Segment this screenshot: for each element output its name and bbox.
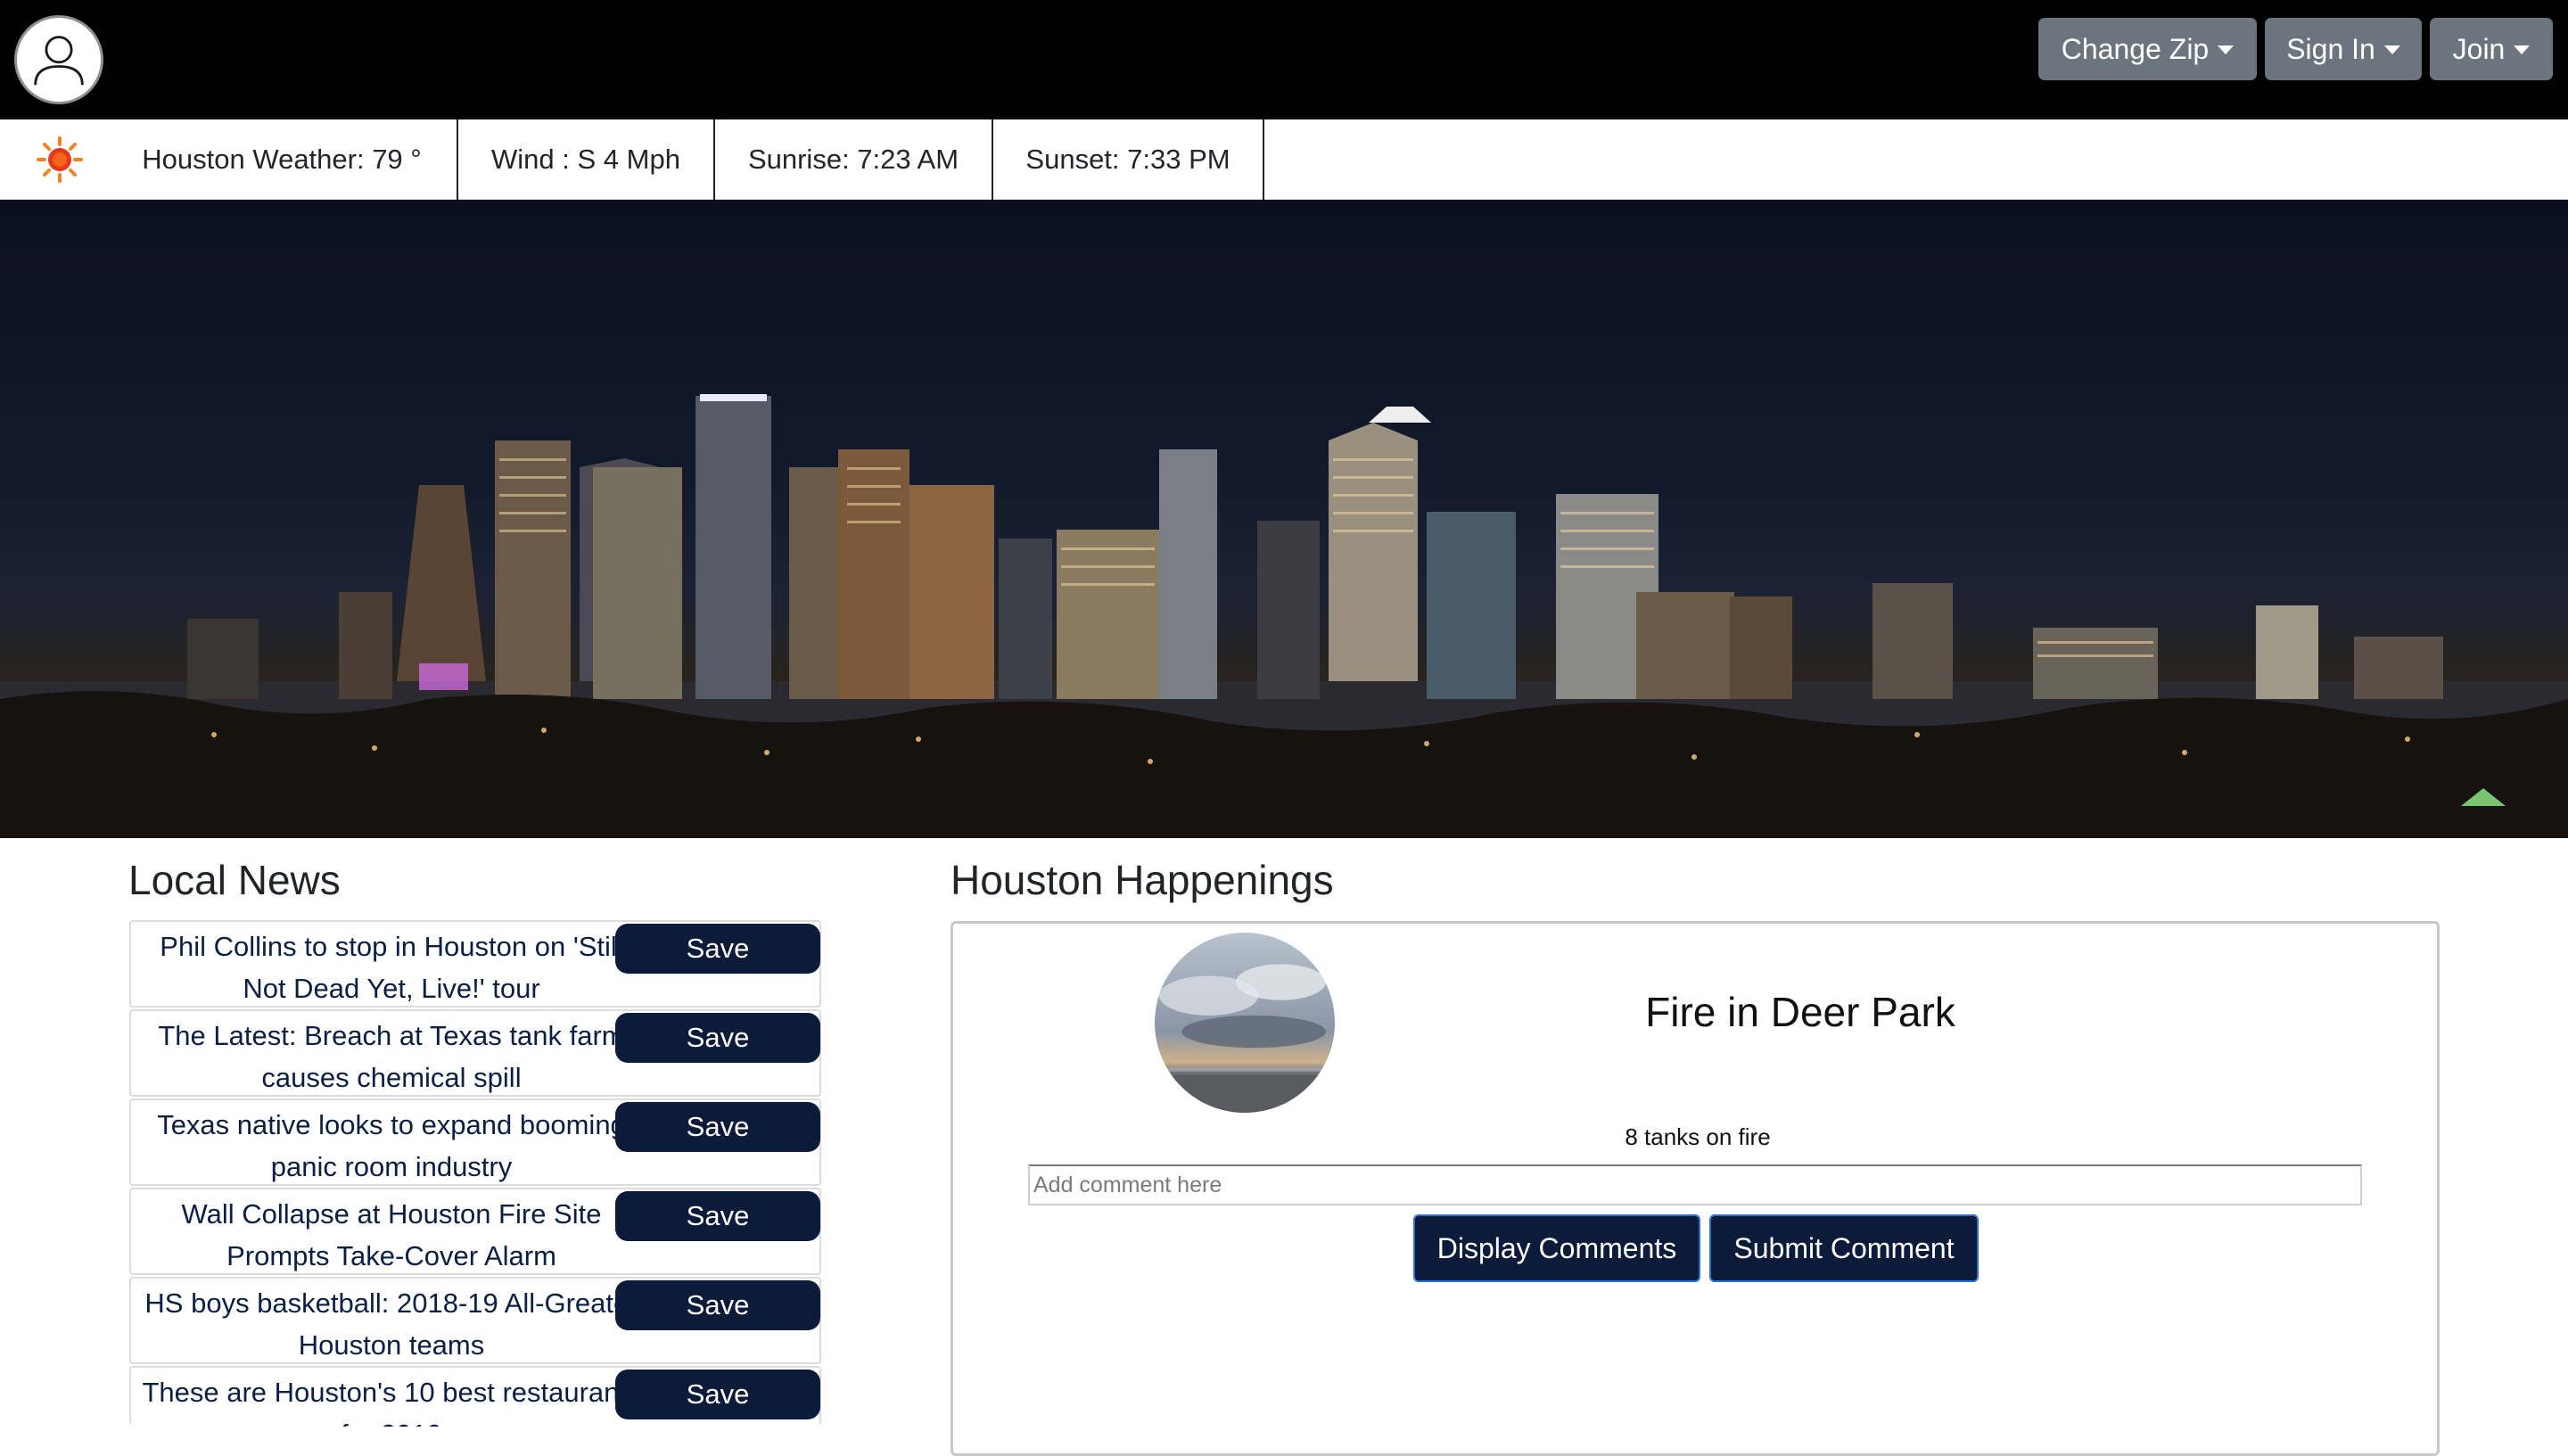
happening-card: Fire in Deer Park 8 tanks on fire Displa…: [951, 921, 2440, 1456]
weather-sunrise: Sunrise: 7:23 AM: [715, 119, 993, 200]
sign-in-button[interactable]: Sign In: [2265, 18, 2422, 80]
news-headline[interactable]: These are Houston's 10 best restaurants …: [142, 1371, 641, 1427]
save-button[interactable]: Save: [615, 924, 820, 974]
save-button[interactable]: Save: [615, 1191, 820, 1241]
comment-input[interactable]: [1028, 1164, 2362, 1205]
news-item: These are Houston's 10 best restaurants …: [129, 1366, 821, 1427]
user-avatar-icon[interactable]: [14, 15, 103, 104]
submit-comment-button[interactable]: Submit Comment: [1709, 1214, 1979, 1282]
news-headline[interactable]: HS boys basketball: 2018-19 All-Greater …: [142, 1282, 641, 1362]
top-navbar: Change Zip Sign In Join: [0, 0, 2568, 119]
join-button[interactable]: Join: [2430, 18, 2553, 80]
news-item: Phil Collins to stop in Houston on 'Stil…: [129, 920, 821, 1008]
save-button[interactable]: Save: [615, 1370, 820, 1419]
chevron-down-icon: [2514, 45, 2531, 54]
weather-wind: Wind : S 4 Mph: [458, 119, 715, 200]
change-zip-button[interactable]: Change Zip: [2038, 18, 2257, 80]
sign-in-label: Sign In: [2286, 32, 2375, 65]
hero-skyline-image: [0, 200, 2568, 838]
weather-sunset: Sunset: 7:33 PM: [993, 119, 1264, 200]
news-headline[interactable]: Texas native looks to expand booming pan…: [142, 1104, 641, 1184]
display-comments-button[interactable]: Display Comments: [1413, 1214, 1700, 1282]
happenings-title: Houston Happenings: [951, 857, 1334, 903]
weather-bar: Houston Weather: 79 ° Wind : S 4 Mph Sun…: [0, 119, 2568, 200]
news-item: Texas native looks to expand booming pan…: [129, 1098, 821, 1186]
news-item: The Latest: Breach at Texas tank farm ca…: [129, 1009, 821, 1097]
story-title: Fire in Deer Park: [1645, 989, 1955, 1035]
chevron-down-icon: [2218, 45, 2235, 54]
news-item: HS boys basketball: 2018-19 All-Greater …: [129, 1277, 821, 1364]
news-headline[interactable]: Wall Collapse at Houston Fire Site Promp…: [142, 1193, 641, 1273]
story-image: [1155, 933, 1335, 1113]
change-zip-label: Change Zip: [2061, 32, 2210, 65]
story-description: 8 tanks on fire: [1625, 1123, 1771, 1150]
sun-icon: [37, 136, 83, 183]
news-item: Wall Collapse at Houston Fire Site Promp…: [129, 1188, 821, 1275]
save-button[interactable]: Save: [615, 1013, 820, 1063]
save-button[interactable]: Save: [615, 1280, 820, 1330]
local-news-title: Local News: [128, 857, 341, 903]
news-headline[interactable]: Phil Collins to stop in Houston on 'Stil…: [142, 925, 641, 1006]
join-label: Join: [2452, 32, 2506, 65]
weather-conditions: Houston Weather: 79 °: [107, 119, 458, 200]
news-headline[interactable]: The Latest: Breach at Texas tank farm ca…: [142, 1015, 641, 1095]
chevron-down-icon: [2383, 45, 2400, 54]
save-button[interactable]: Save: [615, 1102, 820, 1152]
